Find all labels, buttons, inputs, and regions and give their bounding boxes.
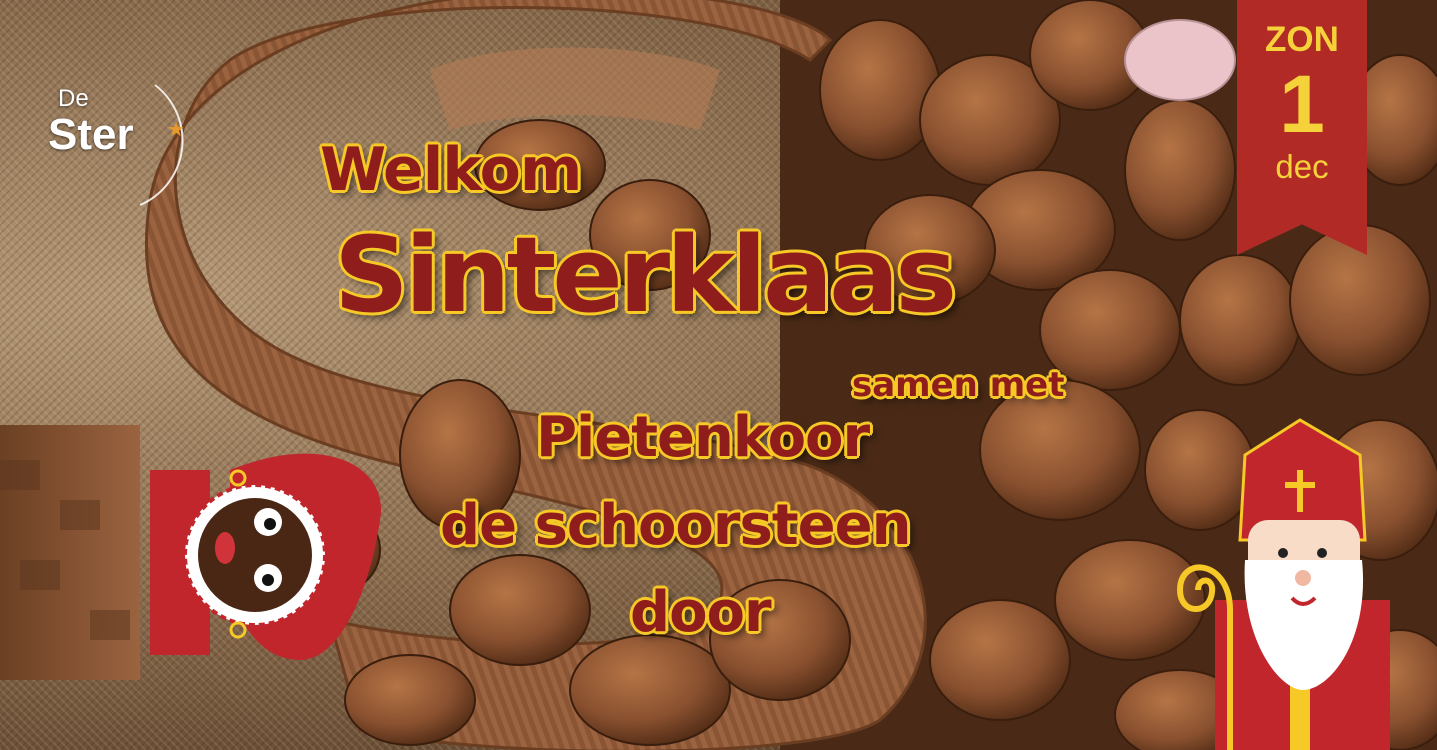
chimney-brick bbox=[0, 425, 140, 680]
date-month: dec bbox=[1275, 148, 1329, 185]
logo-text-ster: Ster bbox=[48, 110, 134, 159]
logo-de-ster: De Ster ★ bbox=[40, 65, 205, 215]
headline-door: door bbox=[630, 580, 772, 645]
headline-welkom: Welkom bbox=[320, 135, 582, 205]
logo-text-de: De bbox=[58, 85, 89, 112]
date-day: 1 bbox=[1279, 59, 1325, 150]
date-ribbon: ZON 1 dec bbox=[1237, 0, 1367, 255]
date-weekday: ZON bbox=[1265, 20, 1339, 59]
headline-de-schoorsteen: de schoorsteen bbox=[440, 493, 911, 558]
star-icon: ★ bbox=[167, 117, 185, 141]
headline-sinterklaas: Sinterklaas bbox=[334, 214, 957, 336]
banner: De Ster ★ ZON 1 dec Welkom Sinterklaas s… bbox=[0, 0, 1437, 750]
headline-pietenkoor: Pietenkoor bbox=[536, 405, 870, 470]
headline-samen-met: samen met bbox=[852, 365, 1065, 405]
